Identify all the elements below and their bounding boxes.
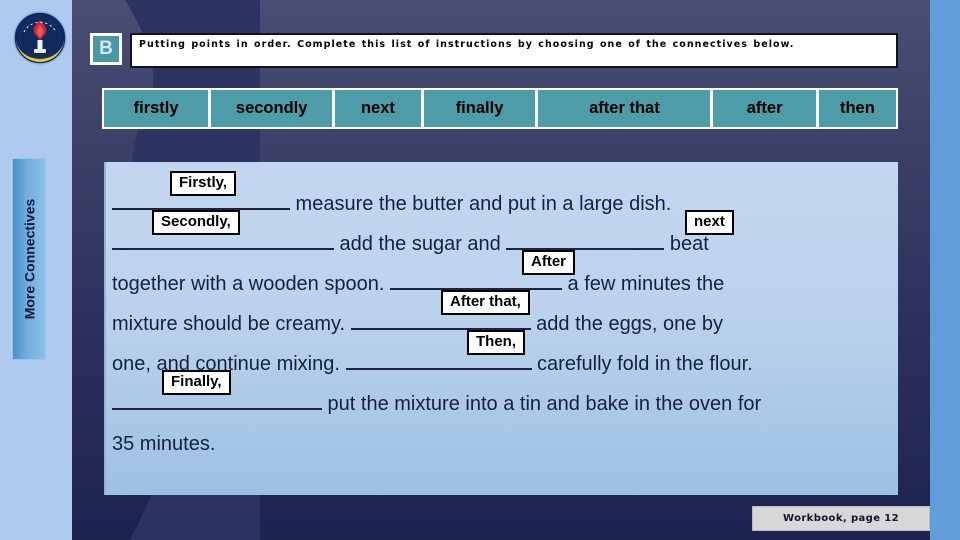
- exercise-text: together with a wooden spoon.: [112, 273, 390, 295]
- answer-chip[interactable]: After that,: [441, 290, 530, 315]
- answer-chip[interactable]: Finally,: [162, 370, 231, 395]
- instruction-text: Putting points in order. Complete this l…: [139, 39, 795, 50]
- instruction-box: Putting points in order. Complete this l…: [130, 33, 898, 68]
- exercise-text: a few minutes the: [561, 273, 725, 295]
- word-bank-cell[interactable]: after that: [538, 90, 711, 127]
- answer-chip[interactable]: next: [685, 210, 734, 235]
- exercise-text: beat: [664, 233, 709, 255]
- word-bank-cell[interactable]: finally: [423, 90, 536, 127]
- exercise-text: 35 minutes.: [112, 433, 216, 455]
- answer-chip[interactable]: After: [522, 250, 576, 275]
- slide-root: OXFORD B Putting points in order. Comple…: [0, 0, 960, 540]
- word-bank: firstly secondly next finally after that afte…: [102, 88, 898, 129]
- answer-blank[interactable]: [506, 226, 665, 250]
- exercise-line: 35 minutes.: [112, 424, 882, 464]
- footer-source-tag: Workbook, page 12: [752, 506, 930, 531]
- exercise-line: Finally, put the mixture into a tin and …: [112, 370, 882, 424]
- flame-torch-emblem-icon: OXFORD: [13, 11, 67, 65]
- side-tab-more-connectives[interactable]: More Connectives: [12, 158, 46, 360]
- exercise-text: measure the butter and put in a large di…: [290, 193, 672, 215]
- answer-chip[interactable]: Firstly,: [170, 171, 237, 196]
- answer-chip[interactable]: Then,: [467, 330, 525, 355]
- word-bank-cell[interactable]: after: [713, 90, 816, 127]
- word-bank-cell[interactable]: secondly: [211, 90, 333, 127]
- word-bank-cell[interactable]: next: [335, 90, 421, 127]
- side-tab-label: More Connectives: [21, 198, 37, 320]
- background-right-stripe: [930, 0, 960, 540]
- exercise-panel: Firstly, measure the butter and put in a…: [104, 162, 898, 495]
- answer-chip[interactable]: Secondly,: [152, 210, 240, 235]
- exercise-text: add the sugar and: [334, 233, 507, 255]
- svg-text:OXFORD: OXFORD: [32, 53, 49, 58]
- exercise-text: mixture should be creamy.: [112, 313, 351, 335]
- exercise-letter-badge: B: [90, 33, 122, 65]
- exercise-text: add the eggs, one by: [530, 313, 723, 335]
- word-bank-cell[interactable]: firstly: [104, 90, 209, 127]
- exercise-text: carefully fold in the flour.: [531, 353, 753, 375]
- exercise-line: Secondly, add the sugar and next beat: [112, 210, 882, 264]
- word-bank-cell[interactable]: then: [818, 90, 897, 127]
- exercise-text: put the mixture into a tin and bake in t…: [322, 393, 762, 415]
